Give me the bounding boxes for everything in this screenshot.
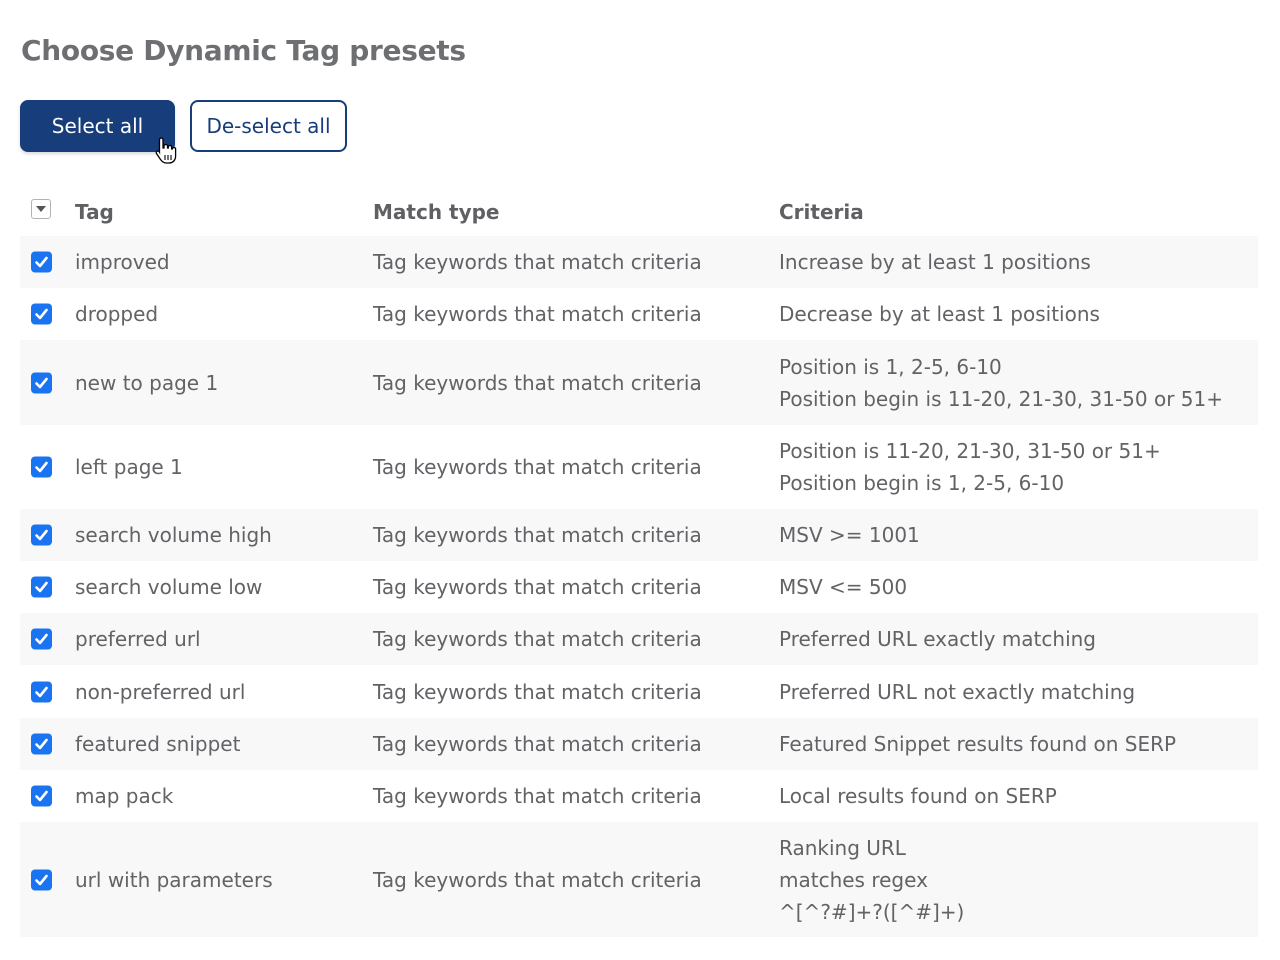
row-checkbox[interactable]	[31, 372, 52, 393]
bulk-select-dropdown[interactable]	[31, 199, 51, 219]
criteria-line: Preferred URL not exactly matching	[779, 679, 1136, 704]
criteria-line: MSV >= 1001	[779, 523, 920, 547]
criteria-line: Position is 11-20, 21-30, 31-50 or 51+	[779, 439, 1161, 463]
criteria: Position is 1, 2-5, 6-10 Position begin i…	[779, 351, 1223, 415]
criteria: Position is 11-20, 21-30, 31-50 or 51+ Po…	[779, 435, 1161, 499]
row-checkbox[interactable]	[31, 681, 52, 702]
table-row[interactable]: dropped Tag keywords that match criteria D…	[20, 288, 1258, 340]
criteria-line: Featured Snippet results found on SERP	[779, 732, 1177, 756]
table-row[interactable]: search volume low Tag keywords that match…	[20, 561, 1258, 613]
table-body: improved Tag keywords that match criteria…	[20, 236, 1258, 937]
criteria-line: Increase by at least 1 positions	[779, 250, 1091, 274]
checkmark-icon	[35, 308, 48, 320]
criteria: MSV <= 500	[779, 571, 907, 603]
checkmark-icon	[35, 738, 48, 750]
page-title: Choose Dynamic Tag presets	[21, 34, 466, 67]
match-type: Tag keywords that match criteria	[373, 302, 702, 326]
tag-name: featured snippet	[75, 732, 241, 756]
column-header-tag[interactable]: Tag	[75, 200, 114, 224]
match-type: Tag keywords that match criteria	[373, 784, 702, 808]
match-type: Tag keywords that match criteria	[373, 455, 702, 479]
row-checkbox[interactable]	[31, 576, 52, 598]
match-type: Tag keywords that match criteria	[373, 627, 702, 651]
row-checkbox[interactable]	[31, 456, 52, 478]
match-type: Tag keywords that match criteria	[373, 732, 702, 756]
criteria-line: matches regex	[779, 867, 928, 892]
row-checkbox[interactable]	[31, 869, 52, 890]
table-row[interactable]: search volume high Tag keywords that matc…	[20, 509, 1258, 561]
tag-name: url with parameters	[75, 867, 273, 892]
tag-name: preferred url	[75, 627, 201, 651]
deselect-all-button[interactable]: De-select all	[190, 100, 347, 152]
criteria: Decrease by at least 1 positions	[779, 298, 1100, 330]
criteria: Local results found on SERP	[779, 780, 1057, 812]
criteria: Ranking URL matches regex ^[^?#]+?([^#]+)	[779, 832, 964, 928]
match-type: Tag keywords that match criteria	[373, 679, 702, 704]
checkmark-icon	[35, 686, 48, 697]
criteria: Preferred URL exactly matching	[779, 623, 1096, 655]
tag-name: left page 1	[75, 455, 183, 479]
table-row[interactable]: preferred url Tag keywords that match cri…	[20, 613, 1258, 665]
table-row[interactable]: new to page 1 Tag keywords that match cri…	[20, 340, 1258, 425]
tag-name: dropped	[75, 302, 159, 326]
criteria-line: ^[^?#]+?([^#]+)	[779, 899, 965, 924]
criteria-line: Position begin is 11-20, 21-30, 31-50 or…	[779, 386, 1224, 411]
hand-pointer-cursor-icon	[155, 137, 177, 164]
match-type: Tag keywords that match criteria	[373, 250, 702, 274]
row-checkbox[interactable]	[31, 628, 52, 650]
tag-name: search volume high	[75, 523, 272, 547]
table-row[interactable]: map pack Tag keywords that match criteria…	[20, 770, 1258, 822]
checkmark-icon	[35, 256, 48, 268]
criteria: Increase by at least 1 positions	[779, 246, 1091, 278]
select-all-button[interactable]: Select all	[20, 100, 175, 152]
checkmark-icon	[35, 529, 48, 541]
checkmark-icon	[35, 633, 48, 645]
row-checkbox[interactable]	[31, 251, 52, 273]
row-checkbox[interactable]	[31, 785, 52, 807]
row-checkbox[interactable]	[31, 733, 52, 755]
criteria-line: Local results found on SERP	[779, 784, 1057, 808]
table-header: Tag Match type Criteria	[20, 190, 1258, 236]
tag-name: map pack	[75, 784, 174, 808]
checkmark-icon	[35, 581, 48, 593]
criteria-line: Position is 1, 2-5, 6-10	[779, 354, 1002, 379]
checkmark-icon	[35, 377, 48, 388]
criteria-line: MSV <= 500	[779, 575, 908, 599]
match-type: Tag keywords that match criteria	[373, 575, 702, 599]
match-type: Tag keywords that match criteria	[373, 370, 702, 395]
column-header-criteria[interactable]: Criteria	[779, 200, 864, 224]
checkmark-icon	[35, 461, 48, 473]
table-row[interactable]: url with parameters Tag keywords that mat…	[20, 822, 1258, 937]
criteria-line: Decrease by at least 1 positions	[779, 302, 1100, 326]
criteria-line: Ranking URL	[779, 835, 906, 860]
column-header-match-type[interactable]: Match type	[373, 200, 500, 224]
row-checkbox[interactable]	[31, 303, 52, 325]
row-checkbox[interactable]	[31, 524, 52, 546]
checkmark-icon	[35, 790, 48, 802]
tag-name: improved	[75, 250, 170, 274]
criteria: MSV >= 1001	[779, 519, 920, 551]
tag-name: non-preferred url	[75, 679, 246, 704]
tag-name: new to page 1	[75, 370, 219, 395]
match-type: Tag keywords that match criteria	[373, 867, 702, 892]
criteria-line: Preferred URL exactly matching	[779, 627, 1097, 651]
table-row[interactable]: featured snippet Tag keywords that match …	[20, 718, 1258, 770]
table-row[interactable]: improved Tag keywords that match criteria…	[20, 236, 1258, 288]
tag-name: search volume low	[75, 575, 263, 599]
criteria: Featured Snippet results found on SERP	[779, 728, 1176, 760]
match-type: Tag keywords that match criteria	[373, 523, 702, 547]
criteria: Preferred URL not exactly matching	[779, 676, 1135, 708]
checkmark-icon	[35, 874, 48, 885]
table-row[interactable]: non-preferred url Tag keywords that match…	[20, 665, 1258, 718]
table-row[interactable]: left page 1 Tag keywords that match crite…	[20, 425, 1258, 509]
presets-table: Tag Match type Criteria improved Tag keyw…	[20, 190, 1258, 937]
criteria-line: Position begin is 1, 2-5, 6-10	[779, 471, 1065, 495]
